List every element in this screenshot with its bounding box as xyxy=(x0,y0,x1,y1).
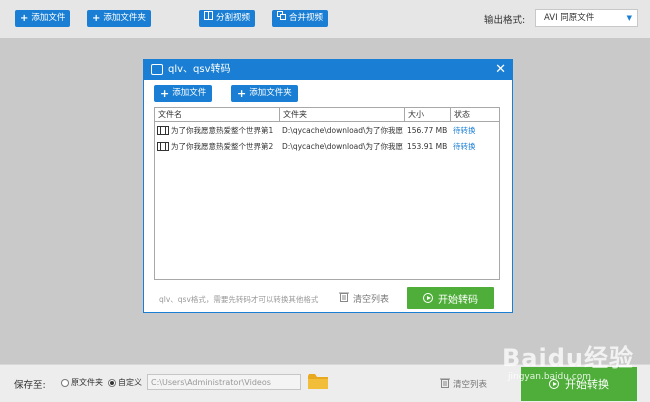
column-header-size[interactable]: 大小 xyxy=(405,108,451,121)
add-folder-label: 添加文件夹 xyxy=(103,13,146,23)
clear-list-label: 清空列表 xyxy=(453,380,488,390)
add-file-button[interactable]: + 添加文件 xyxy=(15,10,71,27)
dialog-add-folder-button[interactable]: + 添加文件夹 xyxy=(231,85,298,102)
filename-cell: 为了你我愿意热爱整个世界第1 xyxy=(155,123,280,138)
watermark-url: jingyan.baidu.com xyxy=(508,372,592,382)
top-toolbar: + 添加文件 + 添加文件夹 分割视频 合并视频 输出格式: AVI 同原文件 … xyxy=(0,0,650,38)
dialog-add-file-button[interactable]: + 添加文件 xyxy=(154,85,213,102)
trash-icon xyxy=(339,291,349,305)
merge-icon xyxy=(277,10,286,27)
table-header: 文件名 文件夹 大小 状态 xyxy=(155,108,499,122)
radio-unchecked-icon xyxy=(61,378,69,387)
radio-source-folder-label: 原文件夹 xyxy=(71,378,103,387)
add-folder-button[interactable]: + 添加文件夹 xyxy=(87,10,151,27)
folder-cell: D:\qycache\download\为了你我愿 xyxy=(282,142,404,151)
size-cell: 156.77 MB xyxy=(407,126,448,135)
split-icon xyxy=(204,10,213,27)
play-icon xyxy=(423,293,433,303)
output-format-label: 输出格式: xyxy=(484,15,526,26)
size-cell: 153.91 MB xyxy=(407,142,448,151)
filename-cell: 为了你我愿意热爱整个世界第2 xyxy=(155,139,280,154)
column-header-folder[interactable]: 文件夹 xyxy=(280,108,405,121)
baidu-watermark: Baidu经验 xyxy=(502,344,634,372)
filename-text: 为了你我愿意热爱整个世界第2 xyxy=(171,142,274,151)
video-file-icon xyxy=(157,126,169,135)
add-file-label: 添加文件 xyxy=(31,13,66,23)
column-header-status[interactable]: 状态 xyxy=(451,108,499,121)
close-icon[interactable]: ✕ xyxy=(495,62,506,77)
start-transcode-label: 开始转码 xyxy=(438,294,478,306)
plus-icon: + xyxy=(92,13,101,24)
save-to-label: 保存至: xyxy=(14,380,46,391)
save-path-field[interactable] xyxy=(147,374,301,390)
folder-icon[interactable] xyxy=(308,374,328,392)
merge-video-label: 合并视频 xyxy=(289,13,324,23)
trash-icon xyxy=(440,377,450,391)
cloud-icon xyxy=(151,64,163,75)
split-video-label: 分割视频 xyxy=(216,13,251,23)
dialog-add-folder-label: 添加文件夹 xyxy=(249,88,292,98)
format-hint: qlv、qsv格式，需要先转码才可以转换其他格式 xyxy=(159,295,319,304)
clear-list-button[interactable]: 清空列表 xyxy=(440,377,487,391)
table-row[interactable]: 为了你我愿意热爱整个世界第1 D:\qycache\download\为了你我愿… xyxy=(155,123,499,138)
folder-cell: D:\qycache\download\为了你我愿 xyxy=(282,126,404,135)
merge-video-button[interactable]: 合并视频 xyxy=(272,10,329,27)
radio-custom-label: 自定义 xyxy=(118,378,142,387)
plus-icon: + xyxy=(237,87,247,100)
plus-icon: + xyxy=(20,13,29,24)
status-cell: 待转换 xyxy=(453,126,476,135)
status-cell: 待转换 xyxy=(453,142,476,151)
radio-checked-icon xyxy=(108,378,116,387)
split-video-button[interactable]: 分割视频 xyxy=(199,10,256,27)
file-table: 文件名 文件夹 大小 状态 为了你我愿意热爱整个世界第1 D:\qycache\… xyxy=(154,107,500,280)
output-format-select[interactable]: AVI 同原文件 ▼ xyxy=(535,9,638,27)
column-header-filename[interactable]: 文件名 xyxy=(155,108,280,121)
table-row[interactable]: 为了你我愿意热爱整个世界第2 D:\qycache\download\为了你我愿… xyxy=(155,139,499,154)
video-file-icon xyxy=(157,142,169,151)
dialog-clear-list-button[interactable]: 清空列表 xyxy=(339,291,389,305)
caret-down-icon: ▼ xyxy=(626,14,632,22)
radio-custom[interactable]: 自定义 xyxy=(108,377,142,388)
filename-text: 为了你我愿意热爱整个世界第1 xyxy=(171,126,274,135)
radio-source-folder[interactable]: 原文件夹 xyxy=(61,377,103,388)
dialog-clear-list-label: 清空列表 xyxy=(353,294,390,305)
dialog-title: qlv、qsv转码 xyxy=(168,64,231,75)
start-transcode-button[interactable]: 开始转码 xyxy=(407,287,494,309)
dialog-title-bar: qlv、qsv转码 ✕ xyxy=(144,60,512,80)
dialog-add-file-label: 添加文件 xyxy=(172,88,207,98)
plus-icon: + xyxy=(160,87,170,100)
output-format-value: AVI 同原文件 xyxy=(544,13,595,23)
qlv-qsv-dialog: qlv、qsv转码 ✕ + 添加文件 + 添加文件夹 文件名 文件夹 大小 状态… xyxy=(143,59,513,313)
